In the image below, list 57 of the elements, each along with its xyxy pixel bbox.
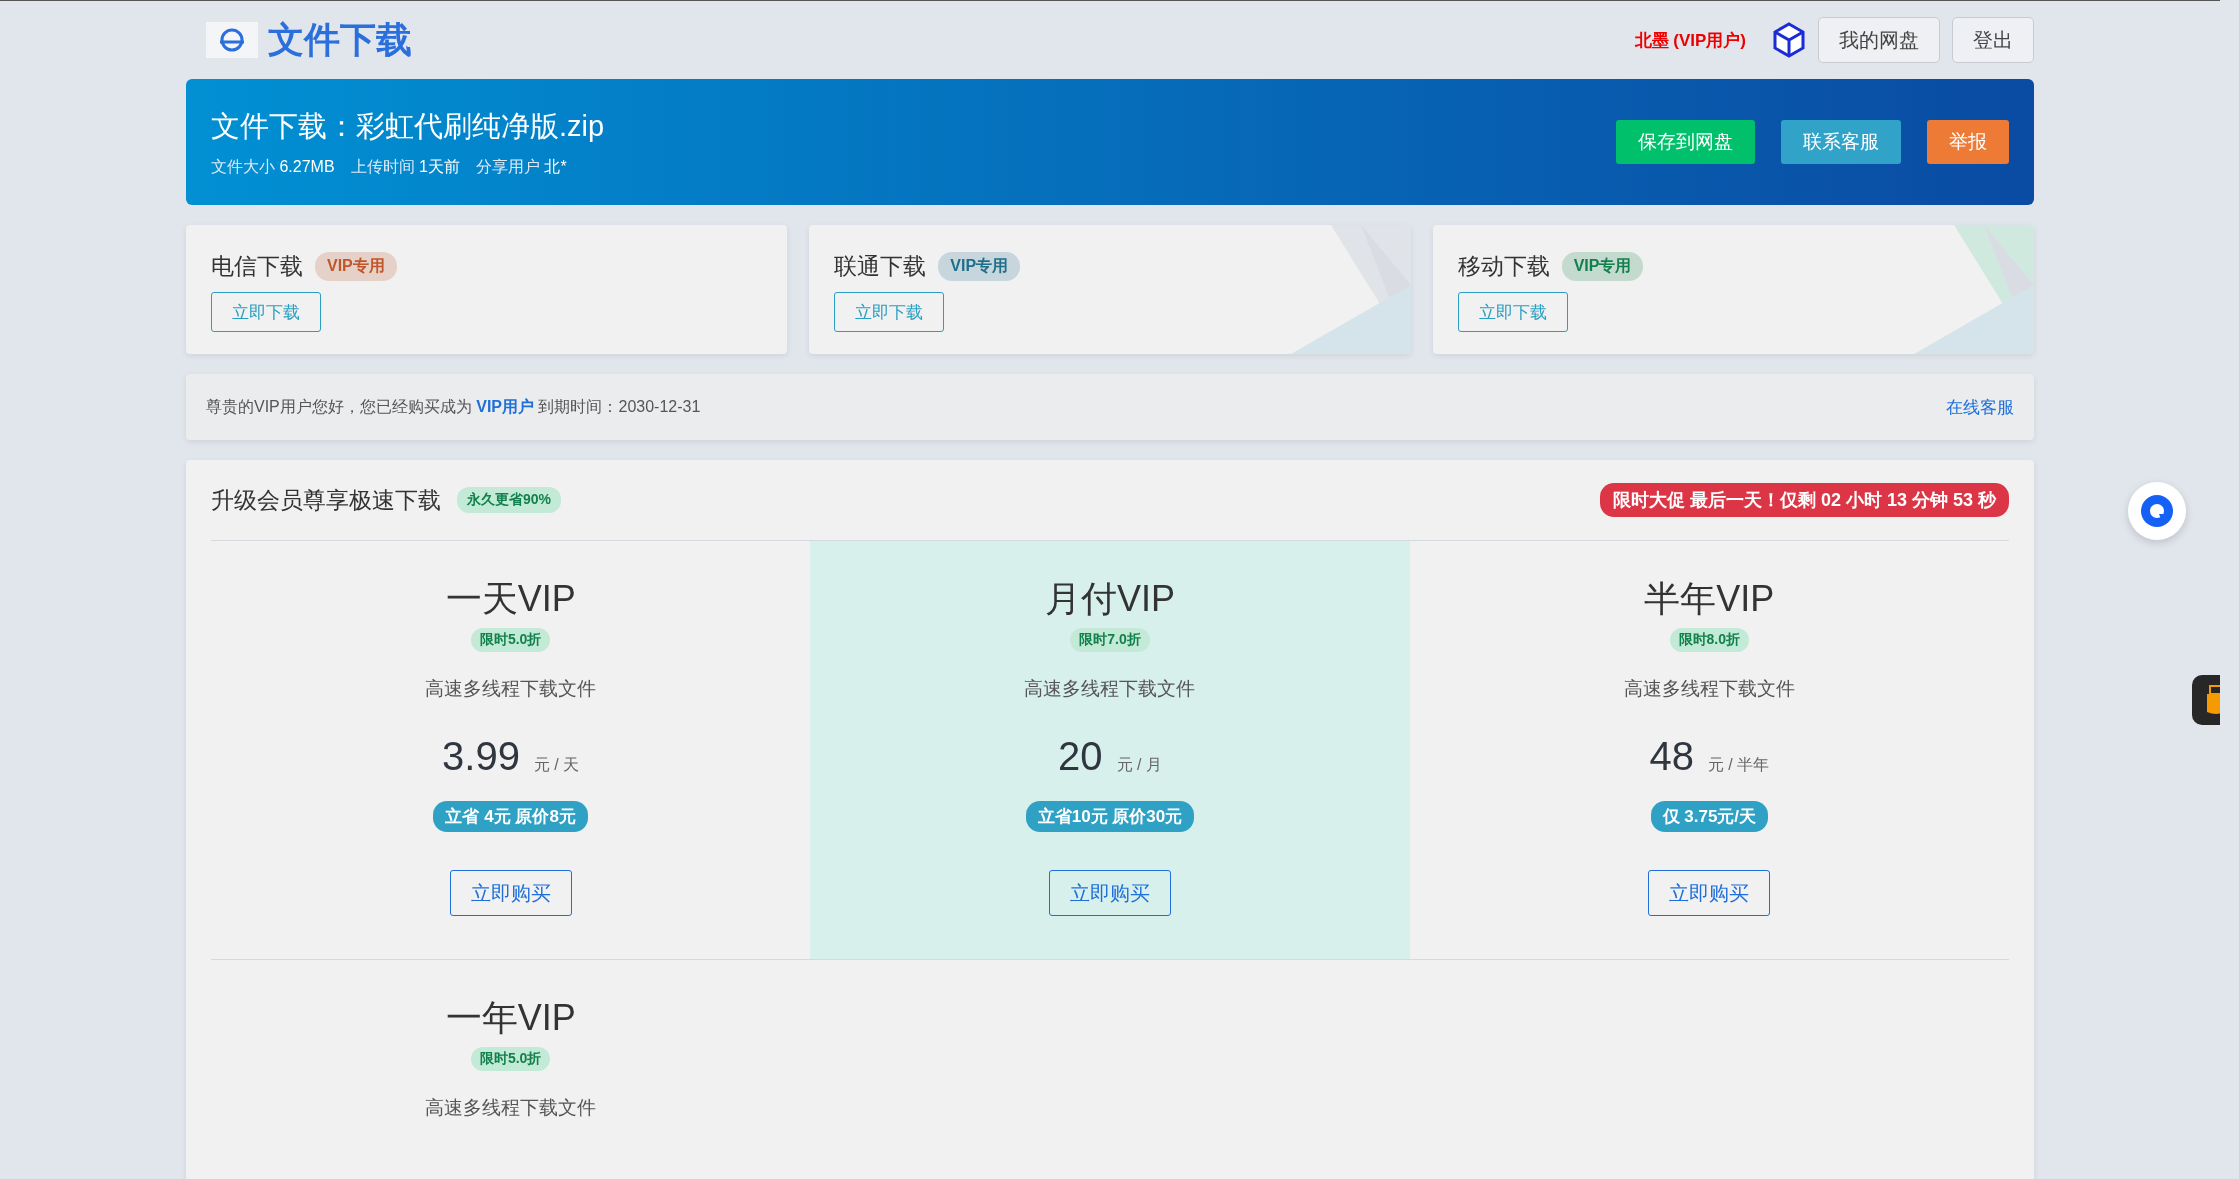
saving-badge: 立省10元 原价30元 <box>1025 801 1195 832</box>
buy-button[interactable]: 立即购买 <box>1049 870 1171 916</box>
plan-card[interactable]: 一天VIP 限时5.0折 高速多线程下载文件 3.99 元 / 天 立省 4元 原价8元 立即购买 <box>211 541 811 960</box>
online-service-link[interactable]: 在线客服 <box>1946 395 2014 419</box>
plan-description: 高速多线程下载文件 <box>1623 677 1795 701</box>
plan-price: 20 <box>1058 734 1103 779</box>
plan-card[interactable]: 月付VIP 限时7.0折 高速多线程下载文件 20 元 / 月 立省10元 原价30元 立即购买 <box>810 541 1410 960</box>
chat-button[interactable] <box>2128 482 2186 540</box>
plan-name: 一天VIP <box>445 577 576 621</box>
price-unit: 元 / 月 <box>1116 755 1162 775</box>
saving-badge: 永久更省90% <box>457 487 562 513</box>
notice-text: 尊贵的VIP用户您好，您已经购买成为 VIP用户 到期时间：2030-12-31 <box>206 396 701 417</box>
saving-badge: 仅 3.75元/天 <box>1650 801 1769 832</box>
card-title: 移动下载 <box>1457 252 1550 281</box>
plan-name: 月付VIP <box>1044 577 1175 621</box>
plan-description: 高速多线程下载文件 <box>425 1096 597 1120</box>
cube-icon <box>1772 22 1806 58</box>
vip-badge: VIP专用 <box>315 252 397 281</box>
action-button[interactable]: 举报 <box>1927 120 2009 164</box>
action-button[interactable]: 保存到网盘 <box>1616 120 1755 164</box>
upgrade-title: 升级会员尊享极速下载 <box>211 485 441 515</box>
buy-button[interactable]: 立即购买 <box>449 870 572 916</box>
file-meta: 文件大小 6.27MB <box>211 156 335 177</box>
chat-icon <box>2140 494 2174 528</box>
buy-button[interactable]: 立即购买 <box>1648 870 1771 916</box>
header-button[interactable]: 登出 <box>1952 17 2034 63</box>
download-button[interactable]: 立即下载 <box>211 292 321 332</box>
discount-badge: 限时8.0折 <box>1669 628 1750 652</box>
site-title: 文件下载 <box>268 17 412 62</box>
file-meta: 上传时间 1天前 <box>350 156 460 177</box>
plan-name: 半年VIP <box>1644 577 1775 621</box>
promo-badge: 限时大促 最后一天！仅剩 02 小时 13 分钟 53 秒 <box>1599 483 2009 517</box>
plan-description: 高速多线程下载文件 <box>425 677 597 701</box>
vip-badge: VIP专用 <box>938 252 1021 281</box>
user-name: 北墨 (VIP用户) <box>1634 29 1746 52</box>
price-unit: 元 / 半年 <box>1707 755 1770 775</box>
plan-description: 高速多线程下载文件 <box>1024 677 1196 701</box>
action-button[interactable]: 联系客服 <box>1781 120 1901 164</box>
cloud-logo-icon <box>206 22 258 58</box>
plan-card[interactable]: 一年VIP 限时5.0折 高速多线程下载文件 <box>211 960 811 1179</box>
plan-price: 3.99 <box>442 734 520 779</box>
file-meta: 分享用户 北* <box>475 156 567 177</box>
download-button[interactable]: 立即下载 <box>834 292 945 332</box>
card-title: 电信下载 <box>211 252 303 281</box>
price-unit: 元 / 天 <box>533 755 580 775</box>
card-title: 联通下载 <box>834 252 927 281</box>
plan-name: 一年VIP <box>445 996 576 1040</box>
discount-badge: 限时7.0折 <box>1070 628 1150 652</box>
header-button[interactable]: 我的网盘 <box>1818 17 1940 63</box>
vip-badge: VIP专用 <box>1561 252 1644 281</box>
discount-badge: 限时5.0折 <box>470 628 551 652</box>
plan-card[interactable]: 半年VIP 限时8.0折 高速多线程下载文件 48 元 / 半年 仅 3.75元/天 立即购买 <box>1409 541 2009 960</box>
saving-badge: 立省 4元 原价8元 <box>433 801 588 832</box>
download-button[interactable]: 立即下载 <box>1457 292 1568 332</box>
discount-badge: 限时5.0折 <box>470 1047 551 1071</box>
file-title: 文件下载：彩虹代刷纯净版.zip <box>211 108 605 144</box>
plan-price: 48 <box>1649 734 1694 779</box>
